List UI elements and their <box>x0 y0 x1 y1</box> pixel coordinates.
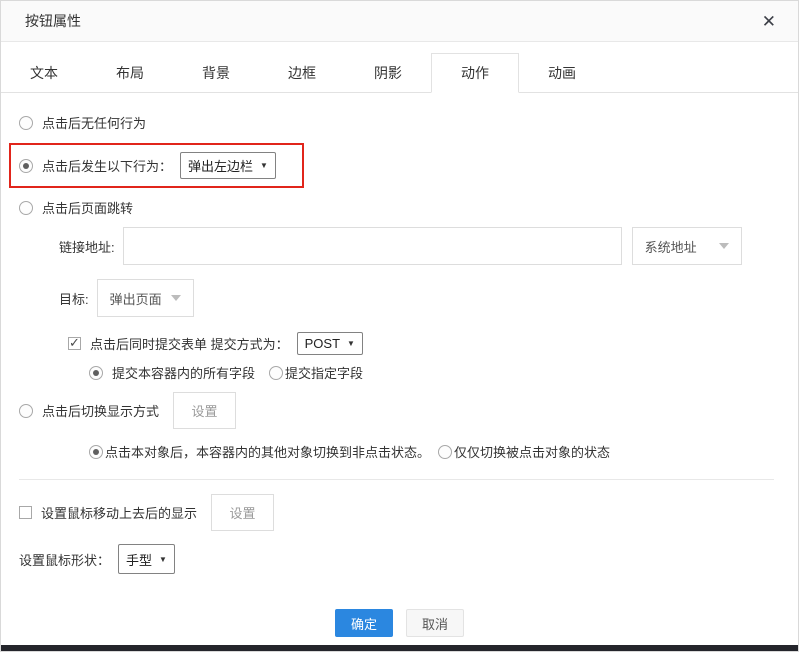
row-behavior: 点击后发生以下行为： 弹出左边栏 ▼ <box>19 143 774 188</box>
link-address-input[interactable] <box>123 227 622 265</box>
submit-method-select[interactable]: POST ▼ <box>297 332 363 355</box>
radio-no-action-label: 点击后无任何行为 <box>42 113 146 132</box>
radio-toggle-display-label: 点击后切换显示方式 <box>42 401 159 420</box>
tab-background[interactable]: 背景 <box>173 53 259 92</box>
hover-display-label: 设置鼠标移动上去后的显示 <box>41 503 197 522</box>
radio-specified-fields-label: 提交指定字段 <box>285 363 363 382</box>
behavior-select-value: 弹出左边栏 <box>188 156 253 175</box>
address-type-value: 系统地址 <box>645 237 697 256</box>
behavior-select[interactable]: 弹出左边栏 ▼ <box>180 152 276 179</box>
row-page-jump: 点击后页面跳转 <box>19 198 774 217</box>
caret-down-icon <box>719 243 729 249</box>
tab-action[interactable]: 动作 <box>431 53 519 93</box>
radio-toggle-display[interactable] <box>19 404 33 418</box>
row-target: 目标: 弹出页面 <box>59 279 774 317</box>
dropdown-arrow-icon: ▼ <box>159 555 167 564</box>
bottom-bar <box>1 645 798 651</box>
tab-layout[interactable]: 布局 <box>87 53 173 92</box>
hover-display-checkbox[interactable] <box>19 506 32 519</box>
target-label: 目标: <box>59 289 89 308</box>
dialog-footer: 确定 取消 <box>1 609 798 637</box>
tab-bar: 文本 布局 背景 边框 阴影 动作 动画 <box>1 42 798 93</box>
radio-toggle-others[interactable] <box>89 445 103 459</box>
row-link-address: 链接地址: 系统地址 <box>59 227 774 265</box>
caret-down-icon <box>171 295 181 301</box>
radio-behavior[interactable] <box>19 159 33 173</box>
tab-shadow[interactable]: 阴影 <box>345 53 431 92</box>
submit-method-value: POST <box>305 336 340 351</box>
cursor-shape-value: 手型 <box>126 550 152 569</box>
radio-no-action[interactable] <box>19 116 33 130</box>
close-icon[interactable]: ✕ <box>762 13 776 30</box>
radio-behavior-label: 点击后发生以下行为： <box>42 156 172 175</box>
dialog-title: 按钮属性 <box>25 11 81 31</box>
radio-toggle-self[interactable] <box>438 445 452 459</box>
row-cursor-shape: 设置鼠标形状： 手型 ▼ <box>19 544 774 574</box>
submit-form-label: 点击后同时提交表单 提交方式为： <box>90 334 289 353</box>
radio-all-fields-label: 提交本容器内的所有字段 <box>112 363 255 382</box>
button-properties-dialog: 按钮属性 ✕ 文本 布局 背景 边框 阴影 动作 动画 点击后无任何行为 点击后… <box>0 0 799 652</box>
target-value: 弹出页面 <box>110 289 162 308</box>
cursor-shape-label: 设置鼠标形状： <box>19 550 110 569</box>
action-panel: 点击后无任何行为 点击后发生以下行为： 弹出左边栏 ▼ 点击后页面跳转 链接地址… <box>1 113 798 574</box>
section-divider <box>19 479 774 480</box>
red-highlight-box: 点击后发生以下行为： 弹出左边栏 ▼ <box>9 143 304 188</box>
address-type-select[interactable]: 系统地址 <box>632 227 742 265</box>
submit-form-checkbox[interactable] <box>68 337 81 350</box>
row-submit-form: 点击后同时提交表单 提交方式为： POST ▼ <box>68 332 774 355</box>
cursor-shape-select[interactable]: 手型 ▼ <box>118 544 175 574</box>
toggle-display-set-button[interactable]: 设置 <box>173 392 236 429</box>
hover-display-set-button[interactable]: 设置 <box>211 494 274 531</box>
tab-border[interactable]: 边框 <box>259 53 345 92</box>
radio-toggle-others-label: 点击本对象后，本容器内的其他对象切换到非点击状态。 <box>105 442 430 461</box>
radio-page-jump[interactable] <box>19 201 33 215</box>
tab-animation[interactable]: 动画 <box>519 53 605 92</box>
row-no-action: 点击后无任何行为 <box>19 113 774 132</box>
radio-specified-fields[interactable] <box>269 366 283 380</box>
dropdown-arrow-icon: ▼ <box>260 161 268 170</box>
ok-button[interactable]: 确定 <box>335 609 393 637</box>
dialog-header: 按钮属性 ✕ <box>1 1 798 42</box>
radio-page-jump-label: 点击后页面跳转 <box>42 198 133 217</box>
tab-text[interactable]: 文本 <box>1 53 87 92</box>
row-toggle-mode: 点击本对象后，本容器内的其他对象切换到非点击状态。 仅仅切换被点击对象的状态 <box>89 442 774 461</box>
radio-all-fields[interactable] <box>89 366 103 380</box>
link-address-label: 链接地址: <box>59 237 115 256</box>
row-toggle-display: 点击后切换显示方式 设置 <box>19 392 774 429</box>
dropdown-arrow-icon: ▼ <box>347 339 355 348</box>
cancel-button[interactable]: 取消 <box>406 609 464 637</box>
row-field-scope: 提交本容器内的所有字段 提交指定字段 <box>89 363 774 382</box>
row-hover-display: 设置鼠标移动上去后的显示 设置 <box>19 494 774 531</box>
target-select[interactable]: 弹出页面 <box>97 279 194 317</box>
radio-toggle-self-label: 仅仅切换被点击对象的状态 <box>454 442 610 461</box>
